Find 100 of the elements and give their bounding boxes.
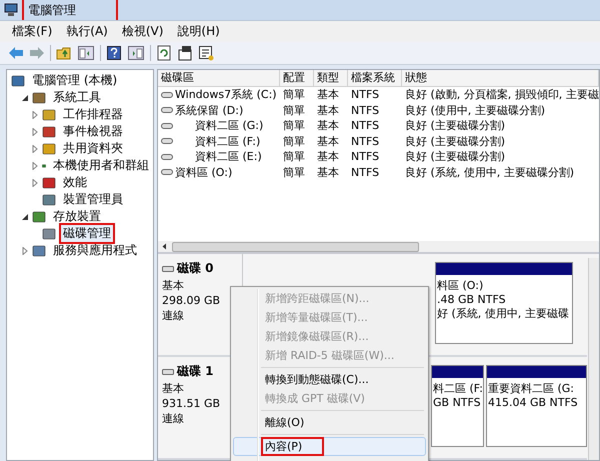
partition-block[interactable]: 料二區 (F: GB NTFS	[431, 365, 484, 447]
table-cell: 簡單	[283, 87, 305, 102]
tree-node-icon	[32, 210, 46, 224]
context-menu-item[interactable]: 離線(O)	[233, 413, 426, 432]
column-header[interactable]: 檔案系統	[348, 70, 402, 86]
table-cell: Windows7系統 (C:)	[175, 87, 277, 102]
menu-item-label: 轉換成 GPT 磁碟(V)	[264, 391, 366, 407]
partition-block[interactable]: 料區 (O:) .48 GB NTFS 好 (系統, 使用中, 主要磁碟	[435, 262, 573, 344]
tree-node-icon	[32, 244, 46, 258]
partition-text: 料二區 (F:	[433, 381, 482, 396]
tree-node-icon	[42, 176, 56, 190]
table-cell: 良好 (主要磁碟分割)	[405, 149, 506, 164]
volume-icon	[161, 138, 173, 144]
collapsed-triangle-icon[interactable]	[31, 110, 39, 118]
expanded-triangle-icon[interactable]	[21, 94, 29, 102]
table-cell: 良好 (使用中, 主要磁碟分割)	[405, 102, 546, 118]
column-header[interactable]: 磁碟區	[158, 70, 280, 86]
volume-icon	[161, 107, 173, 114]
table-cell: 良好 (啟動, 分頁檔案, 損毀傾印, 主要磁	[405, 87, 599, 102]
refresh-icon[interactable]	[156, 45, 172, 61]
tree-node-icon	[42, 108, 56, 122]
table-cell: 簡單	[283, 102, 305, 118]
action-pane-icon[interactable]	[127, 45, 145, 61]
disk-status: 連線	[162, 308, 185, 323]
partition-header-bar	[432, 366, 483, 378]
vertical-scrollbar[interactable]	[588, 258, 599, 460]
collapsed-triangle-icon[interactable]	[31, 178, 39, 186]
menu-item-label: 離線(O)	[264, 415, 306, 431]
table-cell: 系統保留 (D:)	[175, 102, 244, 118]
table-cell-text: 資料二區 (G:)	[194, 118, 264, 134]
table-cell: NTFS	[351, 119, 380, 132]
collapsed-triangle-icon[interactable]	[31, 144, 39, 152]
menu-item-label: 內容(P)	[261, 437, 324, 456]
tree-item[interactable]: 磁碟管理	[59, 223, 115, 244]
partition-text: 415.04 GB NTFS	[488, 396, 579, 409]
table-cell: 簡單	[283, 134, 305, 149]
partition-text: 重要資料二區 (G:	[488, 381, 576, 396]
table-cell: 良好 (系統, 使用中, 主要磁碟分割)	[405, 164, 574, 180]
export-list-icon[interactable]	[198, 45, 214, 61]
menu-item-label: 新增跨距磁碟區(N)...	[264, 291, 370, 307]
tree-node-icon	[32, 90, 46, 104]
tree-node-icon	[42, 124, 56, 138]
column-header[interactable]: 類型	[314, 70, 348, 86]
scroll-left-arrow-icon[interactable]	[161, 243, 168, 250]
tree-node-icon	[42, 192, 56, 206]
back-arrow-icon[interactable]	[8, 46, 24, 60]
table-cell: 良好 (主要磁碟分割)	[405, 134, 506, 149]
menu-item-label: 轉換到動態磁碟(C)...	[264, 372, 370, 388]
tree-node-icon	[11, 74, 25, 88]
table-cell: 基本	[317, 164, 339, 180]
computer-icon	[4, 3, 18, 17]
table-cell: 基本	[317, 102, 339, 118]
context-menu-item[interactable]: 轉換到動態磁碟(C)...	[233, 370, 426, 389]
table-cell: 資料區 (O:)	[175, 164, 232, 180]
volume-icon	[161, 154, 173, 160]
partition-text: 料區 (O:)	[437, 278, 484, 293]
collapsed-triangle-icon[interactable]	[31, 162, 39, 170]
table-cell: 基本	[317, 118, 339, 134]
column-header[interactable]: 配置	[280, 70, 314, 86]
collapsed-triangle-icon[interactable]	[21, 246, 29, 254]
table-cell: NTFS	[351, 134, 380, 148]
partition-text: GB NTFS	[433, 396, 482, 409]
table-cell: 簡單	[283, 118, 305, 134]
console-tree-icon[interactable]	[77, 45, 95, 61]
disk-size: 931.51 GB	[162, 397, 222, 410]
menu-item[interactable]: 執行(A)	[66, 23, 108, 40]
table-cell: 簡單	[283, 164, 305, 180]
menu-item[interactable]: 檔案(F)	[12, 23, 52, 40]
collapsed-triangle-icon[interactable]	[31, 128, 39, 136]
menu-item[interactable]: 檢視(V)	[122, 23, 164, 40]
partition-block[interactable]: 重要資料二區 (G: 415.04 GB NTFS	[486, 365, 587, 447]
partition-text: .48 GB NTFS	[437, 293, 507, 306]
table-cell: 簡單	[283, 149, 305, 164]
partition-text: 好 (系統, 使用中, 主要磁碟	[437, 306, 570, 321]
volume-icon	[161, 92, 173, 98]
properties-icon[interactable]	[177, 45, 193, 61]
tree-node-icon	[42, 142, 56, 156]
horizontal-scrollbar[interactable]	[158, 241, 599, 252]
disk-name: 磁碟 1	[177, 363, 214, 380]
table-cell-text: 資料二區 (F:)	[194, 134, 260, 149]
table-cell: NTFS	[351, 150, 380, 164]
help-icon[interactable]	[106, 45, 122, 61]
volume-icon	[161, 122, 173, 129]
disk-size: 298.09 GB	[162, 294, 222, 307]
table-cell: NTFS	[351, 104, 380, 117]
folder-up-icon[interactable]	[56, 46, 72, 60]
table-cell: NTFS	[351, 166, 380, 179]
volume-icon	[161, 169, 173, 176]
expanded-triangle-icon[interactable]	[21, 212, 29, 220]
tree-node-icon	[42, 226, 56, 240]
menu-item-label: 新增等量磁碟區(T)...	[264, 310, 369, 326]
table-cell: 良好 (主要磁碟分割)	[405, 118, 506, 134]
menu-item[interactable]: 說明(H)	[177, 23, 220, 40]
disk-status: 連線	[162, 411, 185, 426]
context-menu-item[interactable]: 內容(P)	[233, 437, 426, 456]
table-cell: 基本	[317, 87, 339, 102]
table-cell: 基本	[317, 134, 339, 149]
column-header[interactable]: 狀態	[402, 70, 599, 86]
table-cell-text: 資料二區 (E:)	[194, 149, 262, 164]
disk-name: 磁碟 0	[177, 260, 214, 277]
